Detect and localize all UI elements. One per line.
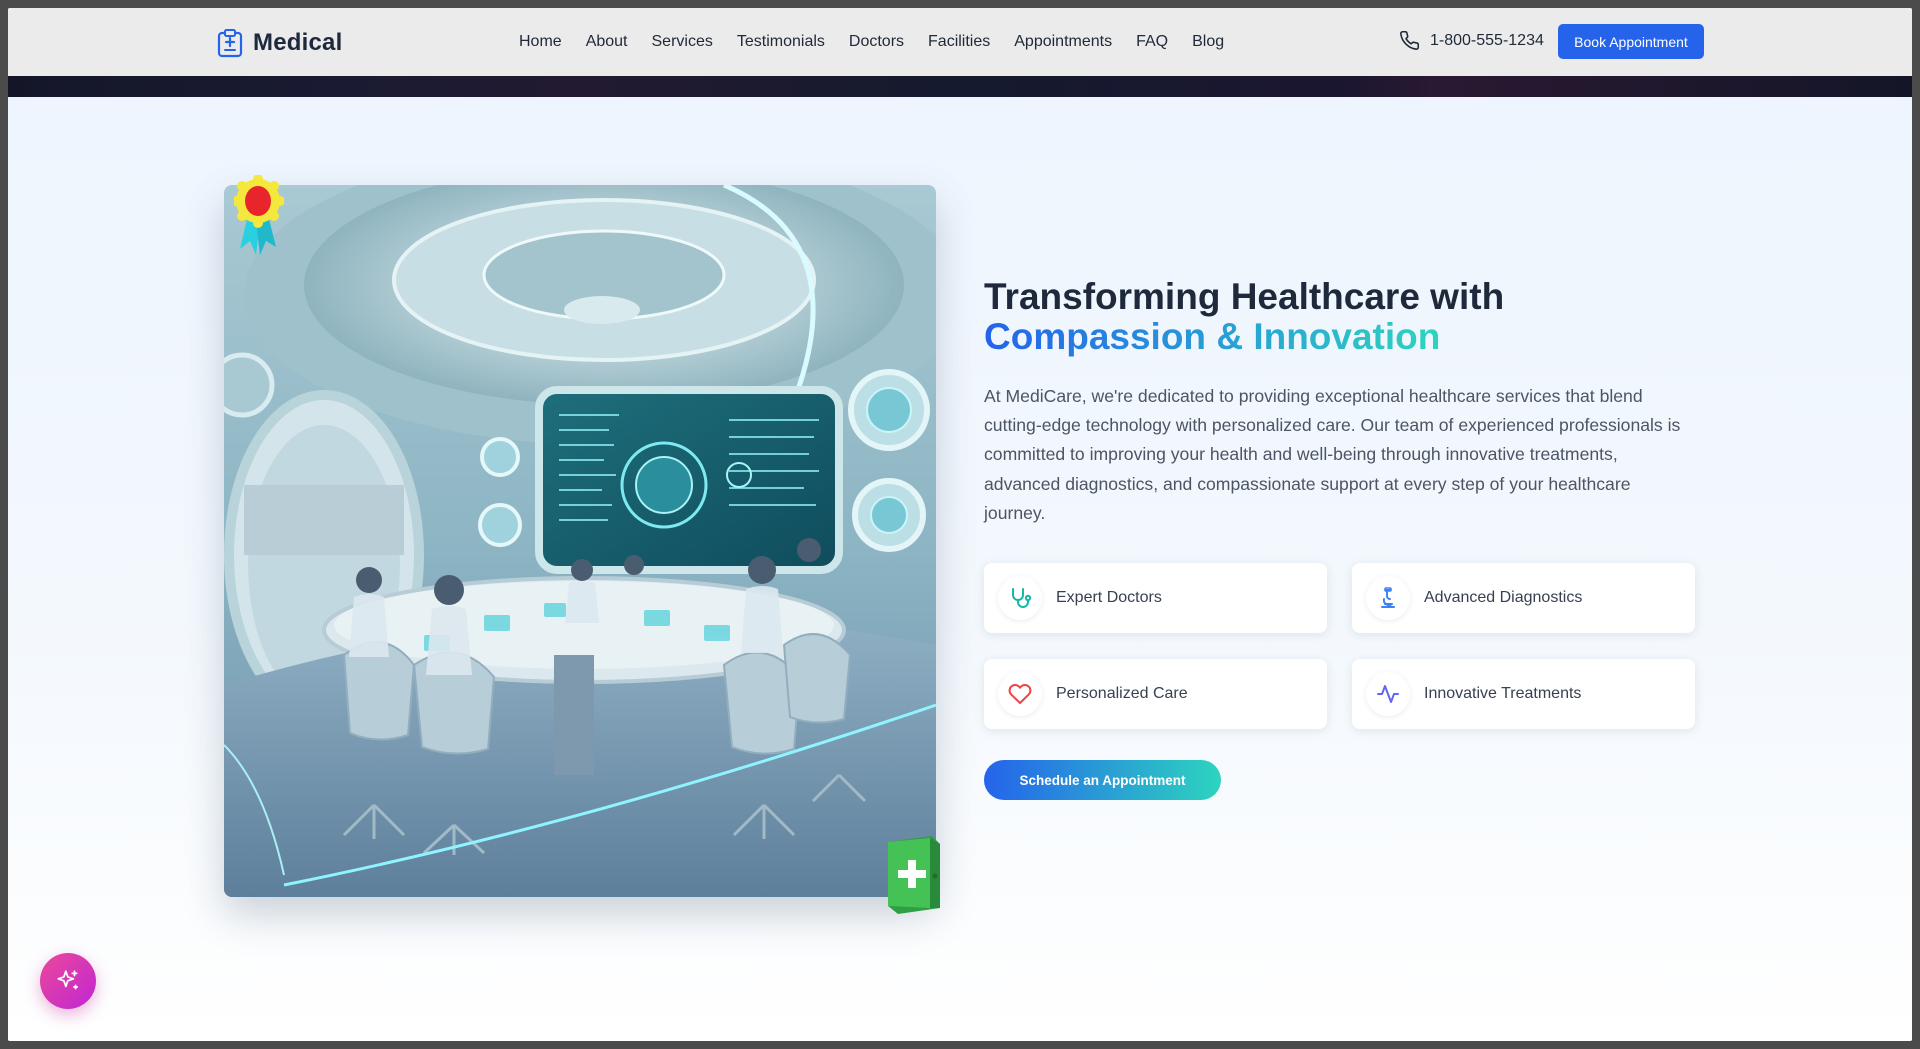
feature-icon-wrap xyxy=(998,672,1042,716)
feature-icon-wrap xyxy=(1366,672,1410,716)
browser-viewport: Medical Home About Services Testimonials… xyxy=(8,8,1912,1041)
book-appointment-button[interactable]: Book Appointment xyxy=(1558,24,1704,59)
feature-card-personalized-care[interactable]: Personalized Care xyxy=(984,659,1327,729)
feature-card-advanced-diagnostics[interactable]: Advanced Diagnostics xyxy=(1352,563,1695,633)
phone-number: 1-800-555-1234 xyxy=(1430,31,1544,49)
stethoscope-icon xyxy=(1012,588,1032,608)
feature-card-innovative-treatments[interactable]: Innovative Treatments xyxy=(1352,659,1695,729)
feature-card-expert-doctors[interactable]: Expert Doctors xyxy=(984,563,1327,633)
first-aid-kit-icon xyxy=(888,836,940,914)
heart-icon xyxy=(1008,684,1032,704)
hero-heading-highlight: Compassion & Innovation xyxy=(984,316,1441,357)
nav-services[interactable]: Services xyxy=(652,33,713,51)
nav-doctors[interactable]: Doctors xyxy=(849,33,904,51)
dark-banner-strip xyxy=(8,76,1912,97)
hospital-clipboard-icon xyxy=(217,29,243,58)
nav-facilities[interactable]: Facilities xyxy=(928,33,990,51)
nav-home[interactable]: Home xyxy=(519,33,562,51)
feature-label: Personalized Care xyxy=(1056,685,1188,702)
main-nav: Home About Services Testimonials Doctors… xyxy=(519,8,1224,76)
about-hero-section: Transforming Healthcare with Compassion … xyxy=(8,97,1912,1041)
site-header: Medical Home About Services Testimonials… xyxy=(8,8,1912,77)
feature-icon-wrap xyxy=(1366,576,1410,620)
nav-about[interactable]: About xyxy=(586,33,628,51)
feature-label: Innovative Treatments xyxy=(1424,685,1582,702)
phone-contact[interactable]: 1-800-555-1234 xyxy=(1399,30,1544,51)
phone-icon xyxy=(1400,30,1420,50)
hero-description: At MediCare, we're dedicated to providin… xyxy=(984,386,1681,523)
nav-appointments[interactable]: Appointments xyxy=(1014,33,1112,51)
schedule-appointment-button[interactable]: Schedule an Appointment xyxy=(984,760,1221,800)
feature-icon-wrap xyxy=(998,576,1042,620)
ai-assistant-button[interactable] xyxy=(40,953,96,1009)
logo[interactable]: Medical xyxy=(215,28,342,58)
hero-heading-line1: Transforming Healthcare with xyxy=(984,276,1505,317)
activity-icon xyxy=(1377,685,1399,703)
nav-blog[interactable]: Blog xyxy=(1192,33,1224,51)
feature-label: Advanced Diagnostics xyxy=(1424,589,1583,606)
award-ribbon-icon xyxy=(234,175,284,255)
sparkles-icon xyxy=(57,970,79,990)
futuristic-medical-room-image xyxy=(224,185,936,897)
logo-text: Medical xyxy=(253,29,343,56)
nav-faq[interactable]: FAQ xyxy=(1136,33,1168,51)
hero-heading: Transforming Healthcare with Compassion … xyxy=(984,277,1704,357)
nav-testimonials[interactable]: Testimonials xyxy=(737,33,825,51)
feature-label: Expert Doctors xyxy=(1056,589,1162,606)
microscope-icon xyxy=(1381,587,1395,608)
